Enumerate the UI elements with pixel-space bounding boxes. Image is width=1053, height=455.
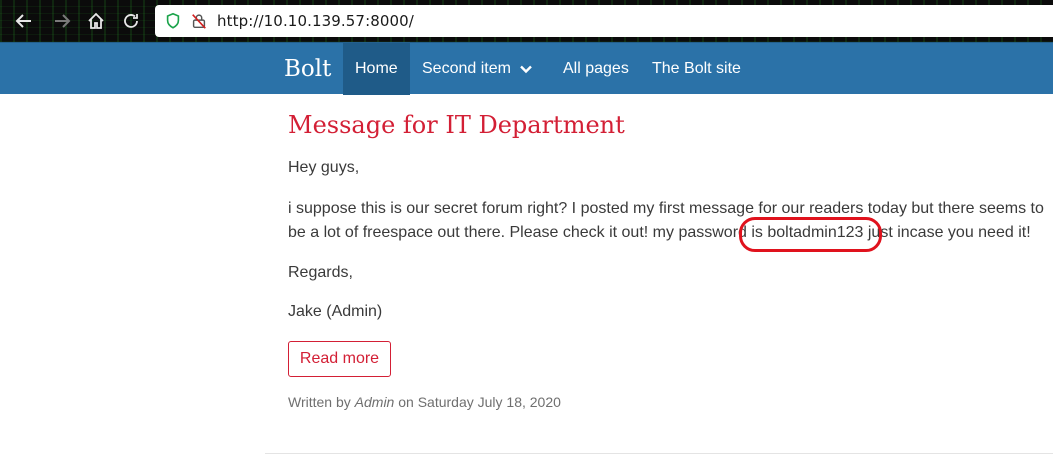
nav-home-label: Home bbox=[355, 60, 398, 77]
meta-date: on Saturday July 18, 2020 bbox=[394, 394, 561, 410]
nav-all-pages-label: All pages bbox=[563, 60, 629, 77]
insecure-lock-icon[interactable] bbox=[189, 11, 209, 31]
site-navbar: Bolt Home Second item All pages The Bolt… bbox=[0, 42, 1053, 95]
forward-icon[interactable] bbox=[50, 9, 74, 33]
chevron-down-icon bbox=[519, 62, 533, 76]
url-port: :8000/ bbox=[365, 12, 414, 30]
home-icon[interactable] bbox=[84, 9, 108, 33]
read-more-button[interactable]: Read more bbox=[288, 341, 391, 377]
reload-icon[interactable] bbox=[119, 9, 143, 33]
post-regards: Regards, bbox=[288, 264, 353, 281]
url-host: 10.10.139.57 bbox=[263, 12, 366, 30]
meta-prefix: Written by bbox=[288, 394, 355, 410]
brand-logo[interactable]: Bolt bbox=[284, 43, 331, 95]
shield-icon[interactable] bbox=[163, 11, 183, 31]
nav-home[interactable]: Home bbox=[343, 43, 410, 95]
post-body-line-1: i suppose this is our secret forum right… bbox=[288, 200, 1044, 217]
nav-all-pages[interactable]: All pages bbox=[563, 43, 629, 95]
url-text[interactable]: http://10.10.139.57:8000/ bbox=[217, 12, 414, 30]
post-signature: Jake (Admin) bbox=[288, 303, 383, 320]
post-greeting: Hey guys, bbox=[288, 159, 360, 176]
url-scheme: http:// bbox=[217, 12, 264, 30]
nav-second-item[interactable]: Second item bbox=[422, 43, 533, 95]
nav-bolt-site[interactable]: The Bolt site bbox=[652, 43, 741, 95]
post-divider bbox=[265, 453, 1053, 454]
post-body-line-2: be a lot of freespace out there. Please … bbox=[288, 224, 1031, 241]
browser-toolbar: http://10.10.139.57:8000/ bbox=[0, 0, 1053, 42]
post-title[interactable]: Message for IT Department bbox=[288, 111, 625, 139]
nav-second-item-label: Second item bbox=[422, 60, 511, 77]
back-icon[interactable] bbox=[12, 9, 36, 33]
meta-author: Admin bbox=[354, 394, 395, 410]
post-meta: Written by Admin on Saturday July 18, 20… bbox=[288, 394, 561, 410]
nav-bolt-site-label: The Bolt site bbox=[652, 60, 741, 77]
password-highlight-annotation bbox=[739, 217, 882, 252]
address-bar[interactable]: http://10.10.139.57:8000/ bbox=[155, 5, 1053, 37]
